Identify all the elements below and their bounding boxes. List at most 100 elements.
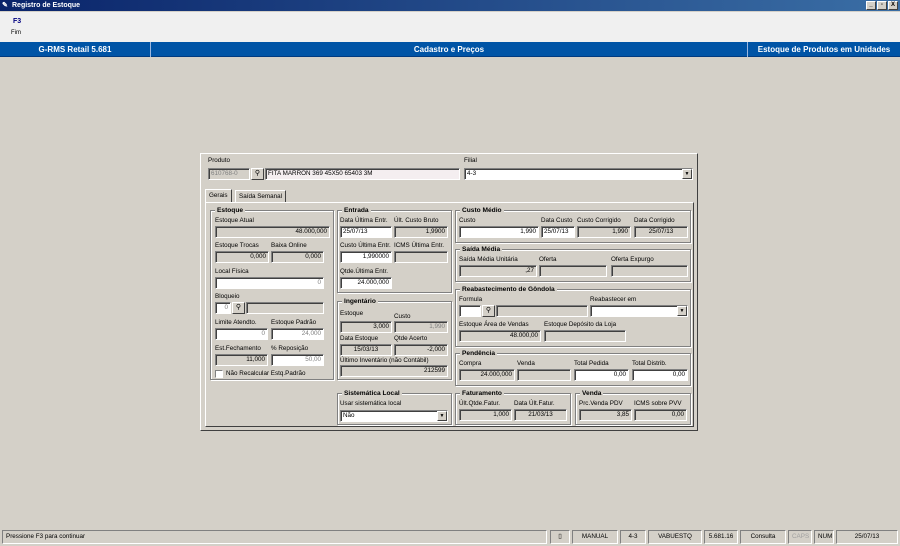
estoque-deposito-label: Estoque Depósito da Loja xyxy=(544,321,617,328)
estoque-atual-label: Estoque Atual xyxy=(215,217,254,224)
tab-saida-semanal[interactable]: Saída Semanal xyxy=(235,190,287,202)
estoque-padrao-field[interactable]: 24,000 xyxy=(271,328,324,340)
prc-venda-pdv-label: Prc.Venda PDV xyxy=(579,400,623,407)
tab-gerais[interactable]: Gerais xyxy=(205,189,232,202)
total-pedida-field[interactable]: 0,00 xyxy=(574,369,629,381)
qtde-ultima-entr-field[interactable]: 24.000,000 xyxy=(340,277,392,289)
faturamento-group: Faturamento Últ.Qtde.Fatur. 1,000 Data Ú… xyxy=(455,389,571,425)
estoque-area-vendas-field[interactable]: 48.000,00 xyxy=(459,330,541,342)
venda-pend-field[interactable] xyxy=(517,369,571,381)
chevron-down-icon[interactable]: ▼ xyxy=(682,169,692,179)
est-fechamento-field[interactable]: 11,000 xyxy=(215,354,268,366)
stock-form-panel: Produto 610768-0 ⚲ FITA MARRON 369 45X50… xyxy=(200,153,698,431)
sistematica-title: Sistemática Local xyxy=(342,389,402,398)
usar-sistematica-value: Não xyxy=(343,412,355,419)
total-pedida-label: Total Pedida xyxy=(574,360,609,367)
reabastecer-em-select[interactable]: ▼ xyxy=(590,305,688,317)
ult-custo-bruto-field[interactable]: 1,9900 xyxy=(394,226,448,238)
status-version: 5.681.16 xyxy=(704,530,738,544)
reposicao-field[interactable]: 50,00 xyxy=(271,354,324,366)
formula-search-button[interactable]: ⚲ xyxy=(482,305,495,317)
app-icon: ✎ xyxy=(2,2,8,9)
cm-data-field[interactable]: 25/07/13 xyxy=(541,226,575,238)
entrada-group: Entrada Data Última Entr. 25/07/13 Últ. … xyxy=(337,206,452,293)
formula-desc-field xyxy=(496,305,588,317)
menu-item-fim[interactable]: Fim xyxy=(11,30,21,36)
window-title: Registro de Estoque xyxy=(12,2,81,9)
produto-description-field[interactable]: FITA MARRON 369 45X50 65403 3M xyxy=(265,168,460,180)
bloqueio-label: Bloqueio xyxy=(215,293,240,300)
app-header-bar: G-RMS Retail 5.681 Cadastro e Preços Est… xyxy=(0,42,900,57)
inv-acerto-field[interactable]: -2,000 xyxy=(394,344,448,356)
estoque-title: Estoque xyxy=(215,206,246,215)
filial-value: 4-3 xyxy=(467,170,477,177)
baixa-online-label: Baixa Online xyxy=(271,242,307,249)
venda-title: Venda xyxy=(580,389,604,398)
cm-custo-field[interactable]: 1,990 xyxy=(459,226,539,238)
tab-page-gerais: Estoque Estoque Atual 48.000,000 Estoque… xyxy=(205,202,694,427)
binoculars-icon: ⚲ xyxy=(485,307,492,314)
inv-custo-field[interactable]: 1,990 xyxy=(394,321,448,333)
cm-custo-label: Custo xyxy=(459,217,476,224)
chevron-down-icon[interactable]: ▼ xyxy=(437,411,447,421)
binoculars-icon: ⚲ xyxy=(254,170,261,177)
baixa-online-field[interactable]: 0,000 xyxy=(271,251,324,263)
compra-field[interactable]: 24.000,000 xyxy=(459,369,515,381)
status-mode: MANUAL xyxy=(572,530,618,544)
cm-data-label: Data Custo xyxy=(541,217,573,224)
filial-label: Filial xyxy=(464,157,477,164)
menu-key-f3[interactable]: F3 xyxy=(13,18,21,25)
limite-atendto-field[interactable]: 0 xyxy=(215,328,268,340)
inventario-title: Ingentário xyxy=(342,297,378,306)
module-title: Estoque de Produtos em Unidades xyxy=(757,45,891,54)
oferta-field[interactable] xyxy=(539,265,607,277)
ultimo-inventario-field[interactable]: 212599 xyxy=(340,365,448,377)
formula-code-field[interactable] xyxy=(459,305,481,317)
saida-unitaria-field[interactable]: ,27 xyxy=(459,265,537,277)
estoque-padrao-label: Estoque Padrão xyxy=(271,319,317,326)
ult-qtde-fatur-field[interactable]: 1,000 xyxy=(459,409,512,421)
cm-corrigido-label: Custo Corrigido xyxy=(577,217,621,224)
estoque-trocas-field[interactable]: 0,000 xyxy=(215,251,269,263)
local-fisica-label: Local Física xyxy=(215,268,249,275)
minimize-button[interactable]: _ xyxy=(866,1,876,10)
menu-bar: F3 Fim xyxy=(0,12,900,42)
inv-data-field[interactable]: 15/03/13 xyxy=(340,344,392,356)
bloqueio-search-button[interactable]: ⚲ xyxy=(232,302,245,314)
prc-venda-pdv-field[interactable]: 3,85 xyxy=(579,409,632,421)
produto-search-button[interactable]: ⚲ xyxy=(251,168,264,180)
usar-sistematica-select[interactable]: Não ▼ xyxy=(340,410,448,422)
inv-estoque-field[interactable]: 3,000 xyxy=(340,321,392,333)
reabastecimento-group: Reabastecimento de Gôndola Formula ⚲ Rea… xyxy=(455,285,691,347)
cm-data-corrigido-field[interactable]: 25/07/13 xyxy=(634,226,688,238)
status-program: VABUESTQ xyxy=(648,530,702,544)
oferta-expurgo-label: Oferta Expurgo xyxy=(611,256,654,263)
filial-select[interactable]: 4-3 ▼ xyxy=(464,168,693,180)
restore-button[interactable]: ▫ xyxy=(877,1,887,10)
data-ult-fatur-field[interactable]: 21/03/13 xyxy=(514,409,567,421)
produto-code-field[interactable]: 610768-0 xyxy=(208,168,250,180)
icms-ultima-entr-label: ICMS Última Entr. xyxy=(394,242,445,249)
local-fisica-field[interactable]: 0 xyxy=(215,277,324,289)
window-titlebar: ✎ Registro de Estoque _ ▫ X xyxy=(0,0,900,11)
nao-recalcular-checkbox[interactable] xyxy=(215,370,223,378)
ult-qtde-fatur-label: Últ.Qtde.Fatur. xyxy=(459,400,500,407)
data-ultima-entr-field[interactable]: 25/07/13 xyxy=(340,226,392,238)
bloqueio-code-field[interactable]: 0 xyxy=(215,302,231,314)
venda-group: Venda Prc.Venda PDV 3,85 ICMS sobre PVV … xyxy=(575,389,691,425)
icms-ultima-entr-field[interactable] xyxy=(394,251,448,263)
oferta-expurgo-field[interactable] xyxy=(611,265,688,277)
status-message: Pressione F3 para continuar xyxy=(2,530,547,544)
inv-data-label: Data Estoque xyxy=(340,335,379,342)
formula-label: Formula xyxy=(459,296,483,303)
status-doc-icon[interactable]: ▯ xyxy=(550,530,570,544)
cm-corrigido-field[interactable]: 1,990 xyxy=(577,226,631,238)
estoque-atual-field[interactable]: 48.000,000 xyxy=(215,226,330,238)
estoque-deposito-field[interactable] xyxy=(544,330,626,342)
close-button[interactable]: X xyxy=(888,1,898,10)
icms-pvv-field[interactable]: 0,00 xyxy=(634,409,687,421)
chevron-down-icon[interactable]: ▼ xyxy=(677,306,687,316)
total-distrib-field[interactable]: 0,00 xyxy=(632,369,688,381)
entrada-title: Entrada xyxy=(342,206,371,215)
custo-ultima-entr-field[interactable]: 1,990000 xyxy=(340,251,392,263)
